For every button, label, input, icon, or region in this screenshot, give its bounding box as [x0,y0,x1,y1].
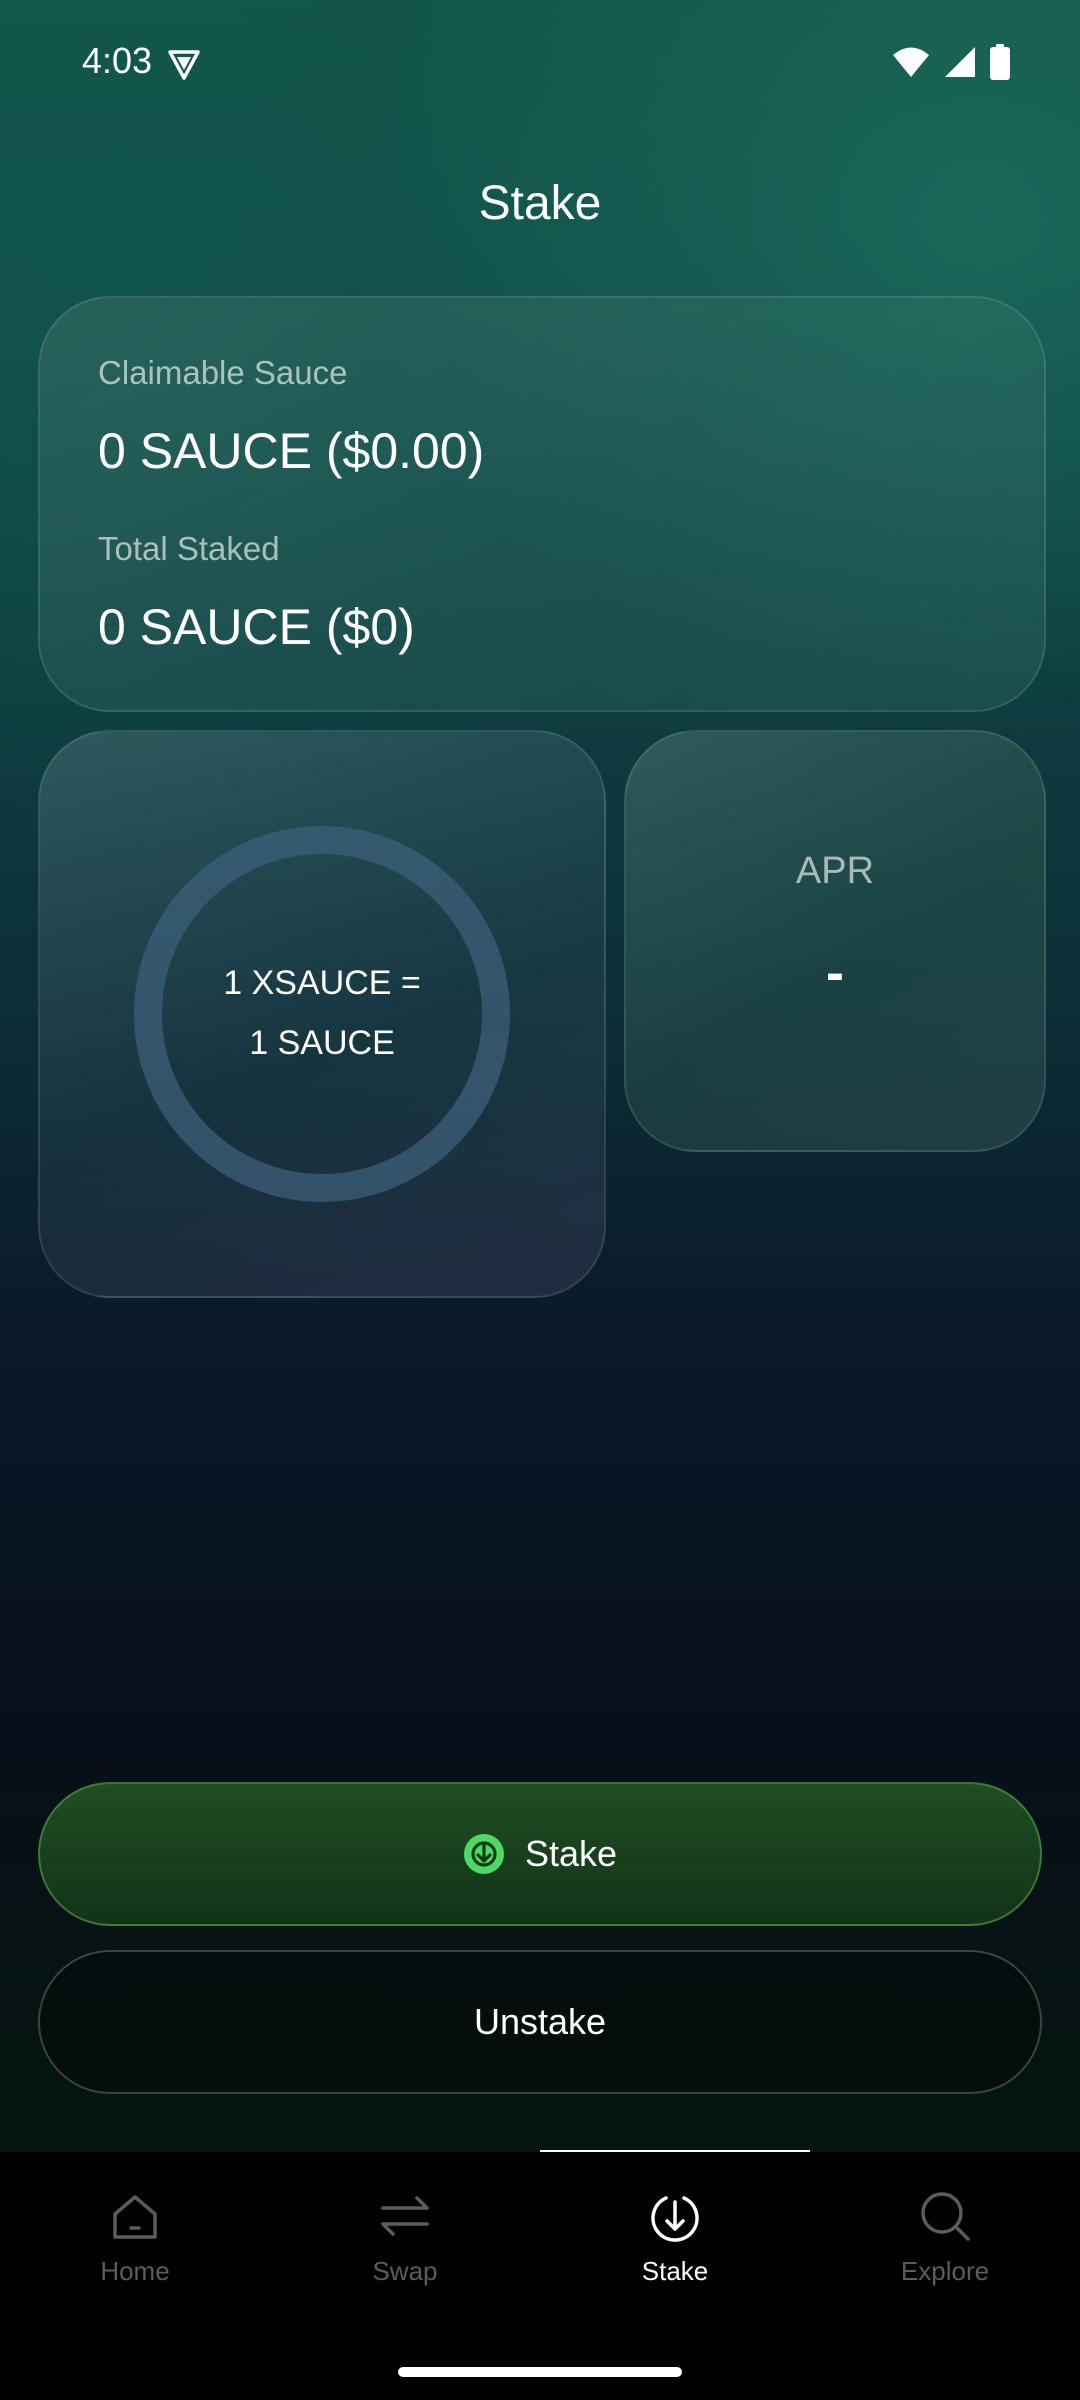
tab-explore-label: Explore [900,2256,990,2286]
status-time: 4:03 [82,40,153,81]
tab-explore[interactable]: Explore [810,2188,1080,2287]
claimable-label: Claimable Sauce [98,354,348,391]
status-bar: 4:03 [0,0,1080,128]
apr-value: - [826,943,844,1003]
tab-stake-label: Stake [641,2256,709,2286]
stake-icon [463,1834,504,1874]
stake-button-label: Stake [524,1833,618,1874]
home-icon [113,2195,157,2239]
wifi-icon [892,46,930,83]
unstake-button-label: Unstake [473,2001,607,2042]
ratio-line-1: 1 XSAUCE = [223,964,421,1002]
cell-signal-icon [944,46,976,83]
bottom-tab-bar: Home Swap Stake Explore [0,2152,1080,2400]
tab-stake[interactable]: Stake [540,2188,810,2287]
claimable-value: 0 SAUCE ($0.00) [98,423,485,479]
page-title: Stake [478,177,602,230]
status-icons [892,44,1010,85]
tab-swap[interactable]: Swap [270,2188,540,2287]
exchange-ratio-card: 1 XSAUCE = 1 SAUCE [38,730,606,1298]
battery-icon [990,44,1010,85]
ratio-line-2: 1 SAUCE [249,1024,395,1062]
unstake-button[interactable]: Unstake [38,1950,1042,2094]
tab-home[interactable]: Home [0,2188,270,2287]
tab-swap-label: Swap [372,2256,438,2286]
search-icon [921,2192,970,2241]
swap-arrows-icon [381,2196,429,2236]
home-gesture-bar[interactable] [398,2367,682,2377]
total-staked-value: 0 SAUCE ($0) [98,599,415,655]
total-staked-label: Total Staked [98,530,280,567]
tab-home-label: Home [100,2256,170,2286]
apr-card: APR - [624,730,1046,1152]
vpn-shield-icon [168,50,200,80]
ratio-ring [134,826,510,1202]
apr-label: APR [795,850,875,892]
stake-button[interactable]: Stake [38,1782,1042,1926]
staking-summary-card: Claimable Sauce 0 SAUCE ($0.00) Total St… [38,296,1046,712]
stake-download-icon [651,2196,699,2242]
